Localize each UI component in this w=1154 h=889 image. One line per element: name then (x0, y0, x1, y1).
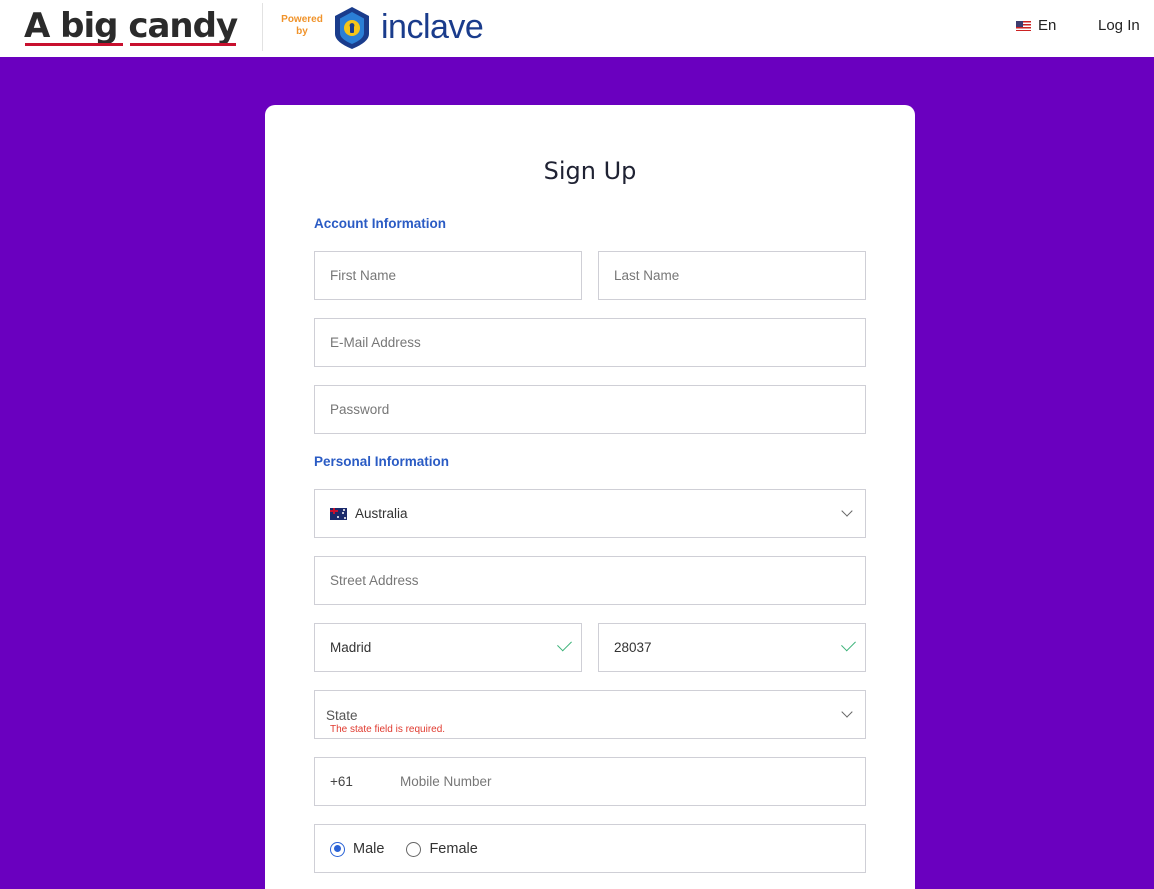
phone-prefix[interactable]: +61 (330, 774, 353, 789)
state-error-message: The state field is required. (330, 724, 446, 735)
gender-label-female: Female (429, 841, 478, 857)
city-input[interactable] (330, 624, 551, 671)
street-address-field[interactable] (314, 556, 866, 605)
zip-field[interactable] (598, 623, 866, 672)
country-selected: Australia (330, 506, 408, 521)
personal-section-heading: Personal Information (314, 454, 450, 469)
powered-by-label: Powered by (281, 14, 323, 37)
gender-field: Male Female (314, 824, 866, 873)
radio-female[interactable] (406, 841, 422, 857)
country-label: Australia (355, 506, 408, 521)
top-header: A big candy Powered by inclave En Log In (0, 0, 1154, 58)
header-divider (262, 3, 263, 51)
city-field[interactable] (314, 623, 582, 672)
street-address-input[interactable] (330, 557, 835, 604)
email-field[interactable] (314, 318, 866, 367)
signup-card: Sign Up Account Information Personal Inf… (265, 105, 915, 889)
check-icon (557, 636, 572, 652)
shield-lock-icon (335, 7, 369, 49)
brand-logo[interactable]: A big candy (24, 4, 238, 48)
first-name-field[interactable] (314, 251, 582, 300)
us-flag-icon (1016, 20, 1031, 31)
gender-option-female[interactable]: Female (406, 841, 478, 857)
check-icon (841, 636, 856, 652)
australia-flag-icon (330, 507, 347, 520)
state-label: State (326, 708, 358, 723)
chevron-down-icon (841, 505, 853, 517)
first-name-input[interactable] (330, 252, 551, 299)
brand-underline (130, 43, 236, 46)
last-name-field[interactable] (598, 251, 866, 300)
partner-logo-text: inclave (381, 8, 484, 46)
last-name-input[interactable] (614, 252, 835, 299)
email-input[interactable] (330, 319, 835, 366)
gender-option-male[interactable]: Male (330, 841, 384, 857)
account-section-heading: Account Information (314, 216, 446, 231)
zip-input[interactable] (614, 624, 835, 671)
state-select[interactable]: State The state field is required. (314, 690, 866, 739)
mobile-input[interactable] (400, 758, 840, 805)
brand-underline (25, 43, 123, 46)
login-link[interactable]: Log In (1098, 17, 1140, 34)
password-input[interactable] (330, 386, 835, 433)
page-title: Sign Up (543, 157, 637, 185)
gender-radio-group: Male Female (330, 841, 500, 857)
language-selector[interactable]: En (1016, 17, 1056, 34)
radio-male[interactable] (330, 841, 345, 857)
gender-label-male: Male (353, 841, 385, 857)
country-select[interactable]: Australia (314, 489, 866, 538)
mobile-field[interactable]: +61 (314, 757, 866, 806)
language-label: En (1038, 17, 1057, 34)
password-field[interactable] (314, 385, 866, 434)
chevron-down-icon (841, 706, 853, 718)
